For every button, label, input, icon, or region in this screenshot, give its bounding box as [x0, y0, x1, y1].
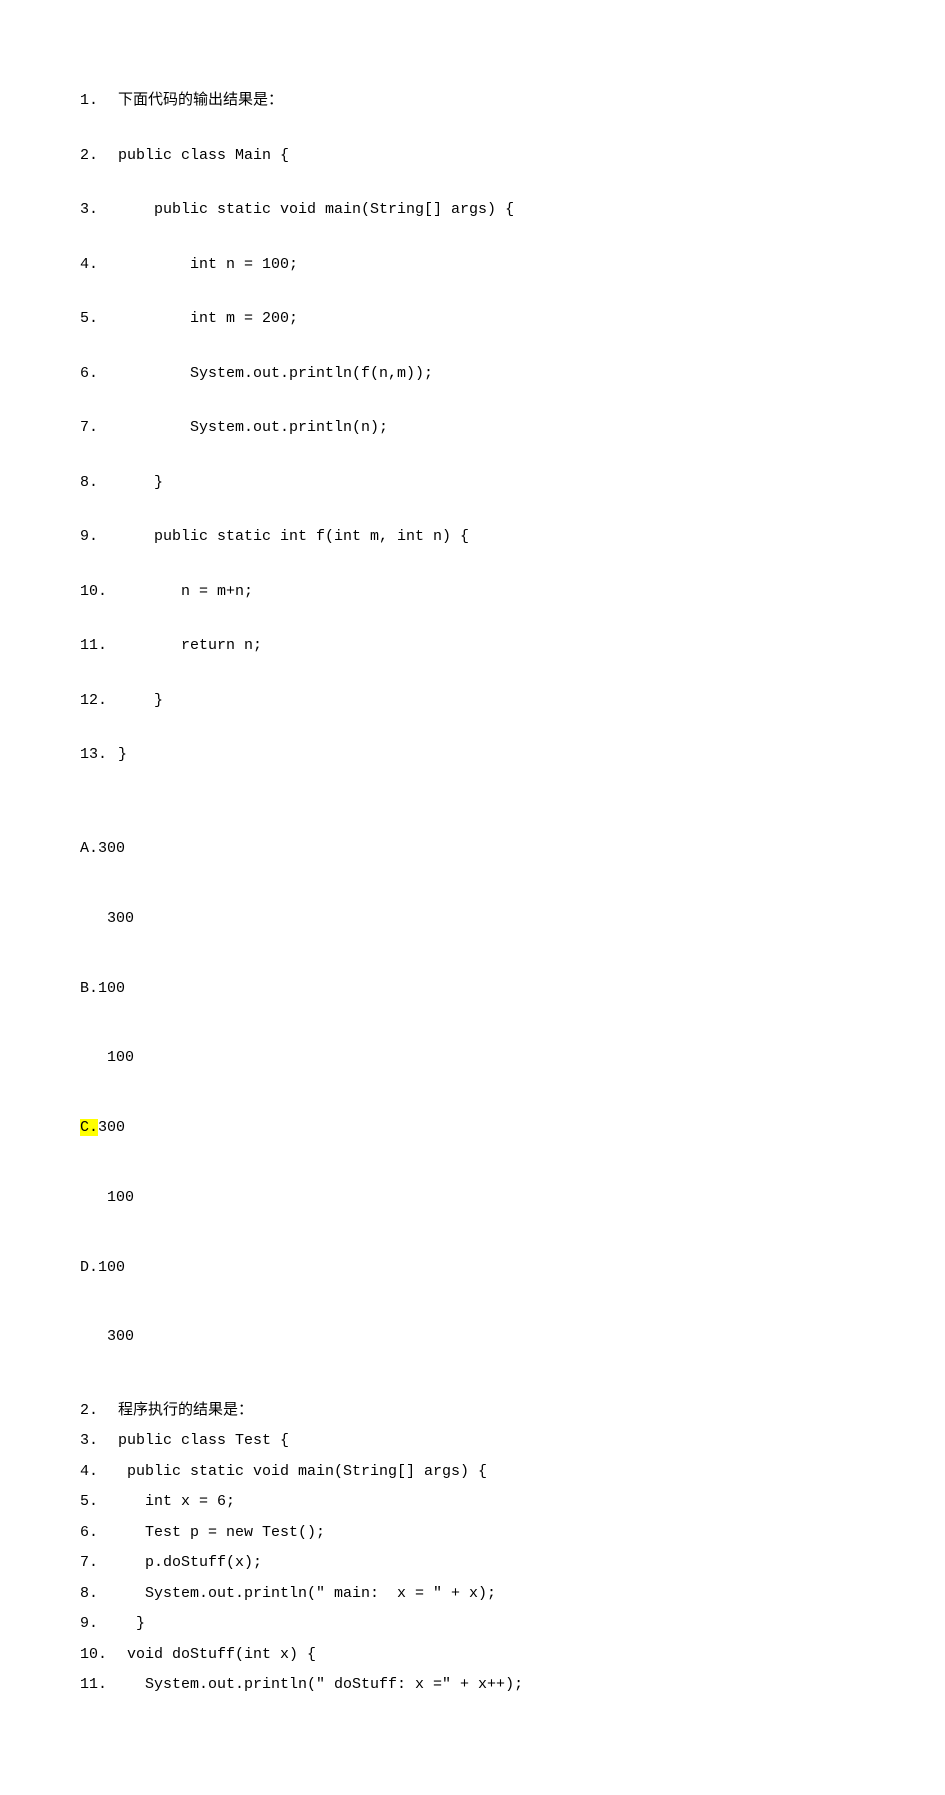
- line-text: }: [118, 472, 163, 495]
- line-text: }: [118, 690, 163, 713]
- code-line: 9. public static int f(int m, int n) {: [80, 526, 865, 549]
- option-value: 100: [98, 1259, 125, 1276]
- line-number: 7.: [80, 417, 118, 440]
- line-number: 4.: [80, 1461, 118, 1484]
- option-value: 300: [98, 840, 125, 857]
- line-text: System.out.println(" doStuff: x =" + x++…: [118, 1674, 523, 1697]
- line-text: public static void main(String[] args) {: [118, 1461, 487, 1484]
- option-label: A.: [80, 840, 98, 857]
- answer-options: A.300 300 B.100 100 C.300 100 D.100 300: [80, 791, 865, 1372]
- line-text: n = m+n;: [118, 581, 253, 604]
- line-number: 2.: [80, 145, 118, 168]
- code-line: 10. void doStuff(int x) {: [80, 1644, 865, 1667]
- option-value: 300: [98, 1119, 125, 1136]
- line-number: 9.: [80, 526, 118, 549]
- line-number: 12.: [80, 690, 118, 713]
- line-text: Test p = new Test();: [118, 1522, 325, 1545]
- line-number: 3.: [80, 199, 118, 222]
- line-number: 11.: [80, 635, 118, 658]
- code-line: 13.}: [80, 744, 865, 767]
- line-text: }: [118, 744, 127, 767]
- code-line: 2.public class Main {: [80, 145, 865, 168]
- line-number: 11.: [80, 1674, 118, 1697]
- code-line: 6. Test p = new Test();: [80, 1522, 865, 1545]
- line-text: System.out.println(n);: [118, 417, 388, 440]
- line-text: }: [118, 1613, 145, 1636]
- line-text: p.doStuff(x);: [118, 1552, 262, 1575]
- option-c: C.300: [80, 1116, 865, 1139]
- line-number: 3.: [80, 1430, 118, 1453]
- option-label-highlighted: C.: [80, 1119, 98, 1136]
- code-line: 4. public static void main(String[] args…: [80, 1461, 865, 1484]
- code-line: 4. int n = 100;: [80, 254, 865, 277]
- code-line: 7. p.doStuff(x);: [80, 1552, 865, 1575]
- option-b: B.100: [80, 977, 865, 1000]
- code-line: 2.程序执行的结果是：: [80, 1400, 865, 1423]
- code-line: 3. public static void main(String[] args…: [80, 199, 865, 222]
- line-number: 9.: [80, 1613, 118, 1636]
- code-line: 6. System.out.println(f(n,m));: [80, 363, 865, 386]
- option-d: D.100: [80, 1256, 865, 1279]
- option-a: A.300: [80, 837, 865, 860]
- code-line: 3.public class Test {: [80, 1430, 865, 1453]
- code-line: 10. n = m+n;: [80, 581, 865, 604]
- line-text: void doStuff(int x) {: [118, 1644, 316, 1667]
- line-text: int m = 200;: [118, 308, 298, 331]
- code-line: 11. System.out.println(" doStuff: x =" +…: [80, 1674, 865, 1697]
- option-b-line2: 100: [80, 1046, 865, 1069]
- line-text: System.out.println(" main: x = " + x);: [118, 1583, 496, 1606]
- line-text: public class Main {: [118, 145, 289, 168]
- code-line: 8. System.out.println(" main: x = " + x)…: [80, 1583, 865, 1606]
- option-label: B.: [80, 980, 98, 997]
- line-number: 6.: [80, 1522, 118, 1545]
- line-number: 7.: [80, 1552, 118, 1575]
- line-text: public static int f(int m, int n) {: [118, 526, 469, 549]
- code-line: 7. System.out.println(n);: [80, 417, 865, 440]
- line-text: 下面代码的输出结果是：: [118, 90, 283, 113]
- option-value: 100: [98, 980, 125, 997]
- line-text: int x = 6;: [118, 1491, 235, 1514]
- line-text: 程序执行的结果是：: [118, 1400, 253, 1423]
- line-number: 2.: [80, 1400, 118, 1423]
- line-number: 4.: [80, 254, 118, 277]
- line-number: 10.: [80, 1644, 118, 1667]
- line-text: return n;: [118, 635, 262, 658]
- line-text: public static void main(String[] args) {: [118, 199, 514, 222]
- line-number: 1.: [80, 90, 118, 113]
- line-number: 6.: [80, 363, 118, 386]
- line-number: 5.: [80, 308, 118, 331]
- line-text: System.out.println(f(n,m));: [118, 363, 433, 386]
- line-number: 5.: [80, 1491, 118, 1514]
- line-number: 13.: [80, 744, 118, 767]
- line-number: 10.: [80, 581, 118, 604]
- option-c-line2: 100: [80, 1186, 865, 1209]
- code-line: 11. return n;: [80, 635, 865, 658]
- code-block-2: 2.程序执行的结果是： 3.public class Test { 4. pub…: [80, 1400, 865, 1697]
- code-block-1: 1.下面代码的输出结果是： 2.public class Main { 3. p…: [80, 90, 865, 767]
- code-line: 1.下面代码的输出结果是：: [80, 90, 865, 113]
- line-number: 8.: [80, 472, 118, 495]
- code-line: 5. int m = 200;: [80, 308, 865, 331]
- code-line: 8. }: [80, 472, 865, 495]
- line-text: public class Test {: [118, 1430, 289, 1453]
- option-label: D.: [80, 1259, 98, 1276]
- code-line: 5. int x = 6;: [80, 1491, 865, 1514]
- line-text: int n = 100;: [118, 254, 298, 277]
- code-line: 9. }: [80, 1613, 865, 1636]
- line-number: 8.: [80, 1583, 118, 1606]
- option-a-line2: 300: [80, 907, 865, 930]
- code-line: 12. }: [80, 690, 865, 713]
